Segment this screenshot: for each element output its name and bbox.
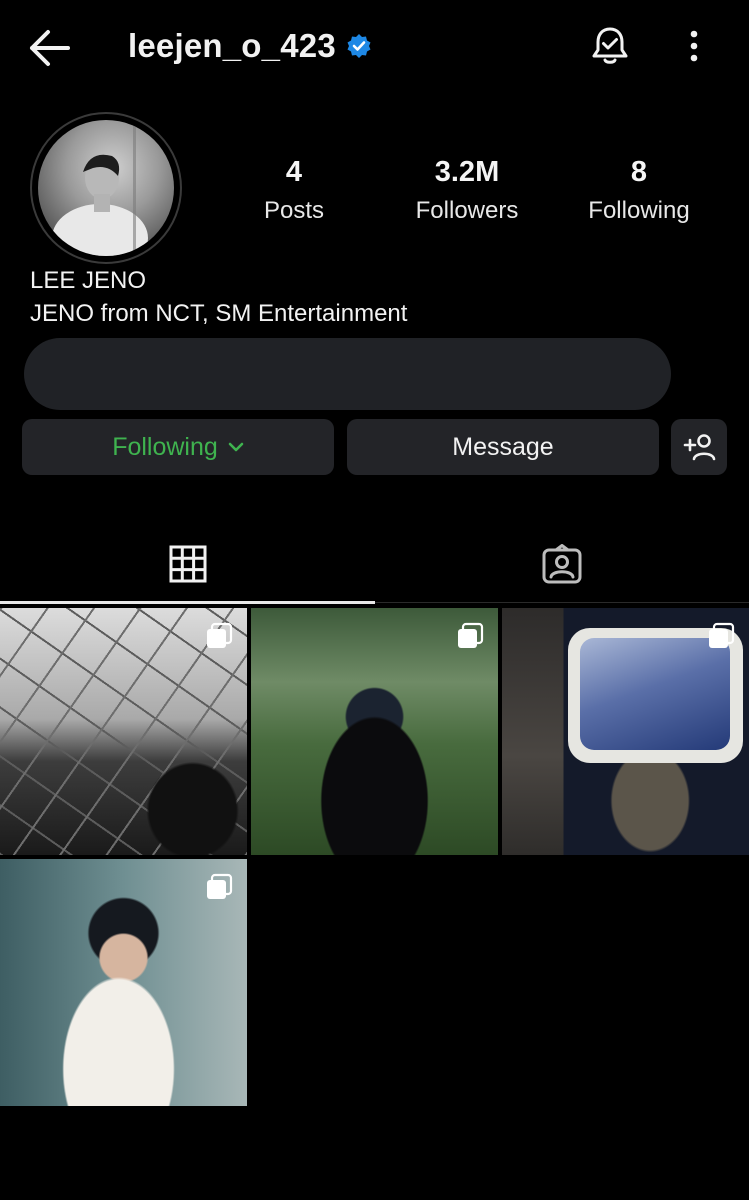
posts-count-label: Posts <box>263 197 325 224</box>
post-3-tv-screen <box>580 638 730 750</box>
redacted-bio-line <box>24 338 671 410</box>
followers-count-value: 3.2M <box>434 156 500 188</box>
display-name: LEE JENO <box>30 267 147 294</box>
tab-posts-grid[interactable] <box>0 534 375 594</box>
tab-divider <box>375 602 749 603</box>
post-thumbnail-1[interactable] <box>0 608 247 855</box>
tab-tagged[interactable] <box>375 534 749 594</box>
post-thumbnail-3[interactable] <box>502 608 749 855</box>
carousel-icon <box>207 873 233 899</box>
active-tab-indicator <box>0 601 375 604</box>
username: leejen_o_423 <box>128 27 336 64</box>
avatar-photo <box>38 120 174 256</box>
post-thumbnail-2[interactable] <box>251 608 498 855</box>
profile-header-title: leejen_o_423 <box>128 24 372 68</box>
grid-icon <box>169 545 206 583</box>
tagged-person-icon <box>542 544 582 584</box>
bio-text: JENO from NCT, SM Entertainment <box>30 300 408 327</box>
add-person-icon <box>683 434 716 461</box>
following-count[interactable]: 8 Following <box>574 156 704 225</box>
message-button-label: Message <box>452 432 554 461</box>
message-button[interactable]: Message <box>347 419 659 475</box>
posts-count[interactable]: 4 Posts <box>244 156 344 225</box>
carousel-icon <box>709 622 735 648</box>
following-button-label: Following <box>112 432 218 461</box>
add-user-button[interactable] <box>671 419 727 475</box>
post-thumbnail-4[interactable] <box>0 859 247 1106</box>
posts-count-value: 4 <box>285 156 303 188</box>
carousel-icon <box>458 622 484 648</box>
followers-count-label: Followers <box>415 197 519 224</box>
following-count-value: 8 <box>630 156 648 188</box>
more-options-icon[interactable] <box>680 28 708 64</box>
verified-badge-icon <box>347 34 371 58</box>
chevron-down-icon <box>228 442 244 452</box>
following-button[interactable]: Following <box>22 419 334 475</box>
followers-count[interactable]: 3.2M Followers <box>396 156 538 225</box>
notification-bell-icon[interactable] <box>590 25 630 67</box>
back-arrow-icon[interactable] <box>28 28 70 68</box>
carousel-icon <box>207 622 233 648</box>
following-count-label: Following <box>588 197 690 224</box>
